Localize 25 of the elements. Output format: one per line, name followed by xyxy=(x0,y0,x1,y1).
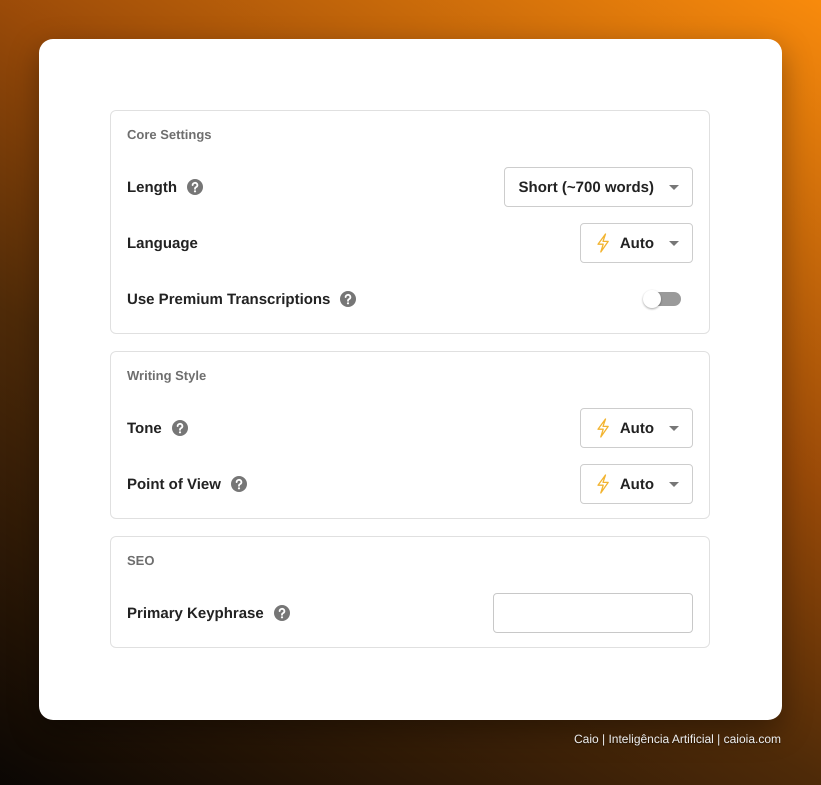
setting-label: Length xyxy=(127,178,177,196)
help-icon[interactable] xyxy=(340,291,356,307)
credit-text: Caio | Inteligência Artificial | caioia.com xyxy=(574,732,781,746)
section-title: SEO xyxy=(127,553,156,569)
setting-label: Point of View xyxy=(127,476,221,492)
caret-icon xyxy=(669,482,679,486)
help-icon[interactable] xyxy=(230,476,247,492)
toggle-switch[interactable] xyxy=(643,290,681,308)
dropdown[interactable]: Auto xyxy=(580,223,693,263)
text-input-field[interactable] xyxy=(493,593,693,633)
help-icon[interactable] xyxy=(187,179,203,195)
section-title: Writing Style xyxy=(127,368,208,384)
setting-label: Use Premium Transcriptions xyxy=(127,290,330,308)
section-title: Core Settings xyxy=(127,127,213,143)
setting-label: Language xyxy=(127,234,198,252)
caret-icon xyxy=(669,426,679,430)
setting-label: Primary Keyphrase xyxy=(127,604,264,622)
help-icon[interactable] xyxy=(274,605,290,621)
caret-icon xyxy=(669,184,679,190)
dropdown[interactable]: Short (~700 words) xyxy=(504,167,693,207)
help-icon[interactable] xyxy=(172,420,188,436)
caret-icon xyxy=(669,240,679,246)
dropdown[interactable]: Auto xyxy=(580,464,693,504)
dropdown[interactable]: Auto xyxy=(580,408,693,448)
setting-label: Tone xyxy=(127,420,162,436)
